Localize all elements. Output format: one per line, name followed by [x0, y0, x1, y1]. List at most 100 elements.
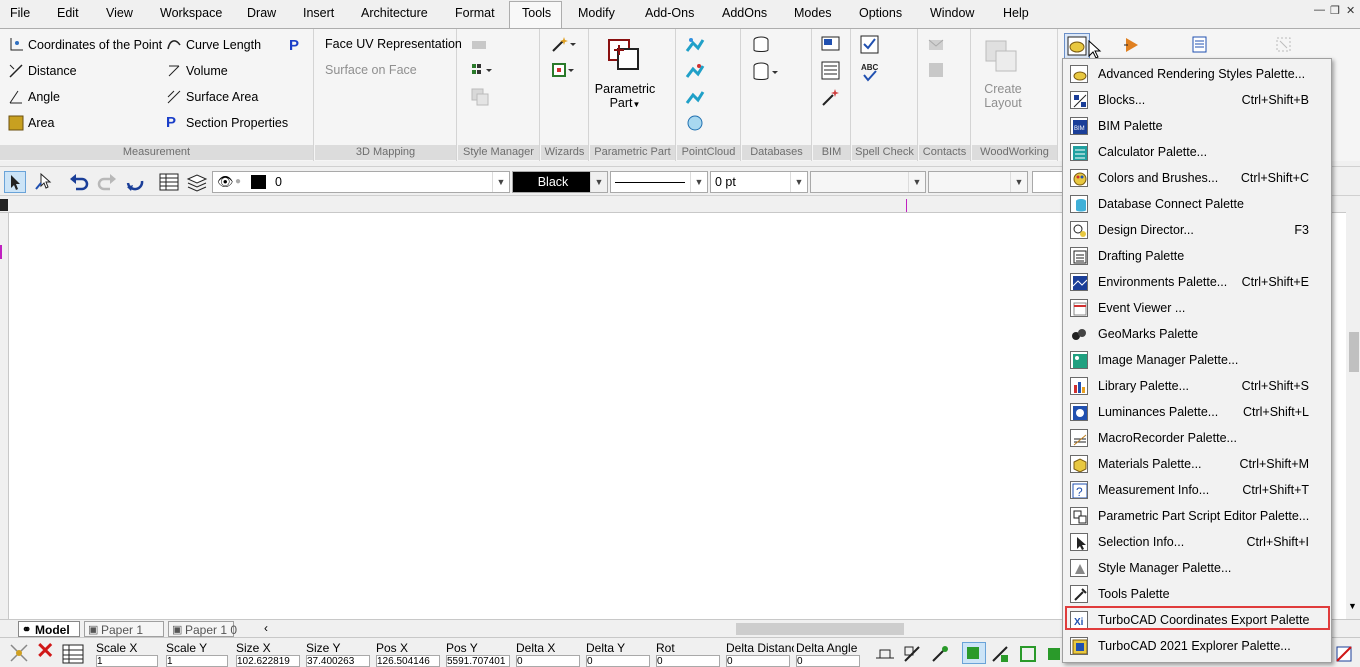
pen-width-combo[interactable]: 0 pt ▼ [710, 171, 808, 193]
menu-item-colors-and-brushes[interactable]: Colors and Brushes... Ctrl+Shift+C [1063, 165, 1331, 191]
menu-item-environments-palette[interactable]: Environments Palette... Ctrl+Shift+E [1063, 269, 1331, 295]
menu-item-style-manager-palette[interactable]: Style Manager Palette... [1063, 555, 1331, 581]
select-edit-icon[interactable] [34, 171, 56, 193]
angle-button[interactable]: Angle [8, 89, 60, 105]
status-tool-3-icon[interactable] [930, 644, 952, 664]
scroll-left-icon[interactable]: ‹ [264, 621, 268, 635]
light-icon[interactable]: ● [235, 172, 241, 192]
surface-area-button[interactable]: Surface Area [166, 89, 258, 105]
chevron-down-icon[interactable]: ▼ [590, 172, 607, 192]
status-field-scale-x[interactable]: 1 [96, 655, 158, 667]
menu-item-design-director[interactable]: Design Director... F3 [1063, 217, 1331, 243]
report-icon[interactable] [1190, 35, 1210, 55]
palettes-dropdown-button[interactable] [1064, 33, 1090, 59]
close-icon[interactable]: ✕ [1346, 4, 1355, 17]
eye-icon[interactable]: 👁 [217, 172, 234, 192]
menu-modify[interactable]: Modify [578, 6, 615, 20]
pen-scale-combo[interactable]: ▼ [928, 171, 1028, 193]
menu-format[interactable]: Format [455, 6, 495, 20]
curve-length-button[interactable]: Curve Length [166, 37, 261, 53]
surface-on-face-button[interactable]: Surface on Face [325, 63, 417, 77]
distance-button[interactable]: Distance [8, 63, 77, 79]
status-tool-2-icon[interactable] [902, 644, 924, 664]
chevron-down-icon[interactable]: ▼ [908, 172, 925, 192]
menu-item-tools-palette[interactable]: Tools Palette [1063, 581, 1331, 607]
create-layout-button[interactable]: Create Layout [972, 82, 1034, 110]
menu-insert[interactable]: Insert [303, 6, 334, 20]
menu-item-macrorecorder-palette[interactable]: MacroRecorder Palette... [1063, 425, 1331, 451]
style-grid-icon[interactable] [470, 63, 494, 79]
status-tool-5-icon[interactable] [990, 644, 1012, 664]
menu-modes[interactable]: Modes [794, 6, 832, 20]
style-hand-icon[interactable] [470, 37, 488, 53]
menu-addons[interactable]: AddOns [722, 6, 767, 20]
status-field-size-y[interactable]: 37.400263 [306, 655, 370, 667]
coordinates-of-point-button[interactable]: Coordinates of the Point [8, 37, 162, 53]
undo-icon[interactable] [68, 171, 90, 193]
status-field-pos-x[interactable]: 126.504146 [376, 655, 440, 667]
pointcloud-edit-icon[interactable] [685, 61, 705, 81]
select-frame-icon[interactable] [1274, 35, 1294, 55]
render-icon[interactable] [1122, 35, 1146, 55]
spell-check-icon[interactable] [860, 35, 880, 55]
status-tool-7-icon[interactable] [1046, 644, 1062, 664]
menu-item-event-viewer[interactable]: Event Viewer ... [1063, 295, 1331, 321]
volume-button[interactable]: Volume [166, 63, 228, 79]
chevron-down-icon[interactable]: ▼ [492, 172, 509, 192]
menu-item-drafting-palette[interactable]: Drafting Palette [1063, 243, 1331, 269]
menu-edit[interactable]: Edit [57, 6, 79, 20]
status-tool-6-icon[interactable] [1018, 644, 1040, 664]
line-style-combo[interactable]: ▼ [610, 171, 708, 193]
wizard-frame-icon[interactable] [551, 61, 577, 79]
section-properties-button[interactable]: P Section Properties [166, 115, 288, 131]
menu-item-advanced-rendering-styles[interactable]: Advanced Rendering Styles Palette... [1063, 61, 1331, 87]
bim-list-icon[interactable] [821, 61, 841, 81]
redo-icon[interactable] [96, 171, 118, 193]
status-tool-8-icon[interactable] [1334, 644, 1356, 664]
tab-model[interactable]: ⚭ Model [18, 621, 80, 637]
scroll-down-icon[interactable]: ▼ [1348, 601, 1357, 611]
layer-combo[interactable]: 👁 ● 0 ▼ [212, 171, 510, 193]
abc-check-icon[interactable]: ABC [860, 61, 880, 83]
horizontal-scroll-thumb[interactable] [736, 623, 904, 635]
menu-item-blocks[interactable]: Blocks... Ctrl+Shift+B [1063, 87, 1331, 113]
status-field-delta-x[interactable]: 0 [516, 655, 580, 667]
layer-stack-icon[interactable] [186, 171, 208, 193]
menu-item-materials-palette[interactable]: Materials Palette... Ctrl+Shift+M [1063, 451, 1331, 477]
status-field-delta-distance[interactable]: 0 [726, 655, 790, 667]
chevron-down-icon[interactable]: ▼ [790, 172, 807, 192]
menu-item-luminances-palette[interactable]: Luminances Palette... Ctrl+Shift+L [1063, 399, 1331, 425]
menu-item-selection-info[interactable]: Selection Info... Ctrl+Shift+I [1063, 529, 1331, 555]
bim-icon[interactable] [821, 35, 841, 53]
database-dropdown-icon[interactable] [752, 61, 780, 83]
menu-tools[interactable]: Tools [522, 6, 551, 20]
vertical-scrollbar[interactable]: ▼ [1346, 197, 1360, 619]
pointcloud-import-icon[interactable] [685, 35, 705, 55]
refresh-icon[interactable] [124, 171, 146, 193]
chevron-down-icon[interactable]: ▼ [1010, 172, 1027, 192]
snap-icon[interactable] [8, 642, 30, 664]
area-button[interactable]: Area [8, 115, 54, 131]
wizard-wand-icon[interactable] [551, 35, 577, 53]
status-tool-1-icon[interactable] [874, 644, 896, 664]
select-arrow-button[interactable] [4, 171, 26, 193]
menu-item-calculator-palette[interactable]: Calculator Palette... [1063, 139, 1331, 165]
menu-draw[interactable]: Draw [247, 6, 276, 20]
menu-item-database-connect[interactable]: Database Connect Palette [1063, 191, 1331, 217]
tab-paper-1-0[interactable]: ▣ Paper 1 0 [168, 621, 237, 637]
status-tool-4-button[interactable] [962, 642, 986, 664]
pointcloud-view-icon[interactable] [685, 87, 705, 107]
scroll-thumb[interactable] [1349, 332, 1359, 372]
face-uv-button[interactable]: Face UV Representation [325, 37, 462, 51]
contacts-card-icon[interactable] [927, 61, 947, 79]
menu-item-image-manager[interactable]: Image Manager Palette... [1063, 347, 1331, 373]
menu-file[interactable]: File [10, 6, 30, 20]
parametric-part-button[interactable]: Parametric Part▼ [590, 82, 660, 110]
menu-item-bim-palette[interactable]: BIM BIM Palette [1063, 113, 1331, 139]
input-table-icon[interactable] [62, 644, 84, 664]
extra-combo[interactable] [1032, 171, 1064, 193]
menu-workspace[interactable]: Workspace [160, 6, 222, 20]
tab-paper-1[interactable]: ▣ Paper 1 [84, 621, 164, 637]
bim-wand-icon[interactable] [821, 87, 841, 107]
contacts-envelope-icon[interactable] [927, 37, 947, 53]
